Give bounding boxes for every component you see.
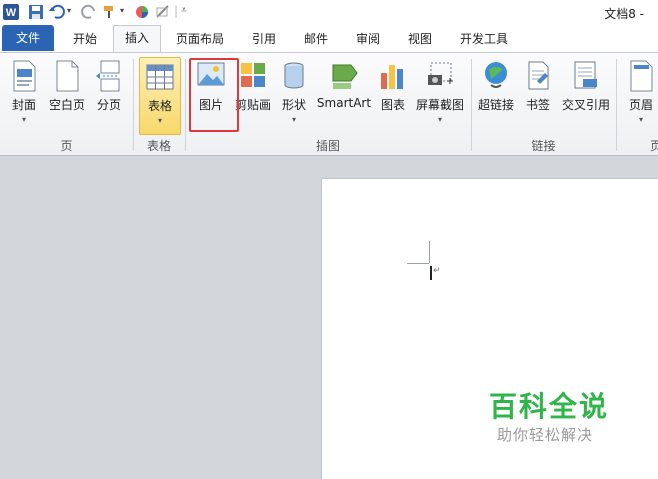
blank-page-icon bbox=[56, 60, 79, 92]
clip-art-button[interactable]: 剪贴画 bbox=[234, 57, 272, 133]
watermark-title: 百科全说 bbox=[489, 390, 610, 423]
watermark-subtitle: 助你轻松解决 bbox=[497, 426, 594, 444]
cross-reference-icon bbox=[574, 61, 597, 89]
chevron-down-icon: ▾ bbox=[21, 115, 26, 124]
page-break-label: 分页 bbox=[96, 98, 121, 112]
screenshot-label: 屏幕截图 bbox=[415, 98, 464, 112]
title-bar: W ▾ ▾ | ⩡ 文档8 - bbox=[0, 0, 658, 25]
chevron-down-icon: ▾ bbox=[157, 116, 162, 125]
blank-page-label: 空白页 bbox=[48, 98, 85, 112]
tab-developer[interactable]: 开发工具 bbox=[452, 27, 516, 51]
tab-insert[interactable]: 插入 bbox=[113, 25, 161, 52]
table-label: 表格 bbox=[147, 99, 172, 113]
page-break-button[interactable]: 分页 bbox=[92, 57, 126, 133]
header-button[interactable]: 页眉 ▾ bbox=[624, 57, 658, 133]
table-icon bbox=[146, 64, 174, 90]
header-icon bbox=[630, 60, 653, 92]
screenshot-button[interactable]: 屏幕截图 ▾ bbox=[414, 57, 466, 133]
chevron-down-icon: ▾ bbox=[437, 115, 442, 124]
color-wheel-icon[interactable] bbox=[133, 3, 151, 21]
tab-file[interactable]: 文件 bbox=[2, 25, 54, 51]
document-page[interactable] bbox=[321, 178, 658, 479]
table-button[interactable]: 表格 ▾ bbox=[139, 57, 181, 135]
smartart-label: SmartArt bbox=[316, 96, 372, 110]
group-label-links: 链接 bbox=[531, 139, 556, 153]
group-label-tables: 表格 bbox=[146, 139, 171, 153]
tab-review[interactable]: 审阅 bbox=[348, 27, 388, 51]
shapes-icon bbox=[284, 62, 304, 89]
tab-references[interactable]: 引用 bbox=[244, 27, 284, 51]
bookmark-button[interactable]: 书签 bbox=[522, 57, 554, 133]
tab-mailings[interactable]: 邮件 bbox=[296, 27, 336, 51]
header-label: 页眉 bbox=[628, 98, 653, 112]
margin-corner-mark bbox=[407, 263, 429, 264]
chevron-down-icon: ▾ bbox=[638, 115, 643, 124]
svg-text:W: W bbox=[6, 7, 17, 19]
qa-separator: | bbox=[174, 4, 179, 18]
picture-button-highlight bbox=[189, 58, 239, 132]
cover-page-button[interactable]: 封面 ▾ bbox=[6, 57, 42, 133]
ribbon-tabs: 文件 开始 插入 页面布局 引用 邮件 审阅 视图 开发工具 bbox=[0, 24, 658, 52]
group-label-illustrations: 插图 bbox=[315, 139, 340, 153]
chart-label: 图表 bbox=[380, 98, 405, 112]
cover-page-label: 封面 bbox=[11, 98, 36, 112]
tab-view[interactable]: 视图 bbox=[400, 27, 440, 51]
cross-reference-button[interactable]: 交叉引用 bbox=[558, 57, 614, 133]
blank-page-button[interactable]: 空白页 bbox=[46, 57, 88, 133]
dropdown-icon[interactable]: ▾ bbox=[120, 6, 124, 15]
group-label-header-footer: 页 bbox=[650, 139, 658, 153]
tab-home[interactable]: 开始 bbox=[62, 27, 108, 51]
draw-icon[interactable] bbox=[154, 3, 172, 21]
customize-quick-access-icon[interactable]: ⩡ bbox=[181, 5, 187, 16]
smartart-icon bbox=[332, 64, 358, 89]
chart-button[interactable]: 图表 bbox=[376, 57, 410, 133]
cover-page-icon bbox=[13, 60, 36, 92]
group-separator bbox=[616, 59, 617, 151]
margin-corner-mark bbox=[429, 241, 430, 263]
word-logo-icon: W bbox=[3, 4, 19, 20]
hyperlink-button[interactable]: 超链接 bbox=[476, 57, 516, 133]
ribbon-insert: 封面 ▾ 空白页 分页 表格 ▾ 图片 剪贴画 形状 ▾ SmartArt 图表… bbox=[0, 52, 658, 156]
redo-icon[interactable] bbox=[80, 3, 98, 21]
format-painter-icon[interactable] bbox=[101, 3, 119, 21]
smartart-button[interactable]: SmartArt bbox=[316, 57, 372, 133]
text-cursor bbox=[430, 266, 432, 280]
page-break-icon bbox=[96, 60, 120, 92]
document-title: 文档8 - bbox=[604, 7, 644, 21]
undo-dropdown-icon[interactable]: ▾ bbox=[67, 6, 71, 15]
hyperlink-icon bbox=[485, 62, 507, 88]
undo-icon[interactable] bbox=[48, 3, 66, 21]
bookmark-label: 书签 bbox=[525, 98, 550, 112]
chevron-down-icon: ▾ bbox=[291, 115, 296, 124]
hyperlink-label: 超链接 bbox=[477, 98, 514, 112]
save-icon[interactable] bbox=[27, 3, 45, 21]
shapes-button[interactable]: 形状 ▾ bbox=[276, 57, 312, 133]
chart-icon bbox=[381, 65, 403, 89]
cross-reference-label: 交叉引用 bbox=[561, 98, 610, 112]
paragraph-mark-icon: ↵ bbox=[433, 266, 441, 276]
shapes-label: 形状 bbox=[281, 98, 306, 112]
screenshot-icon bbox=[428, 62, 453, 85]
clip-art-icon bbox=[241, 63, 265, 87]
bookmark-icon bbox=[528, 61, 549, 90]
group-label-pages: 页 bbox=[60, 139, 73, 153]
clip-art-label: 剪贴画 bbox=[234, 98, 271, 112]
tab-page-layout[interactable]: 页面布局 bbox=[168, 27, 232, 51]
